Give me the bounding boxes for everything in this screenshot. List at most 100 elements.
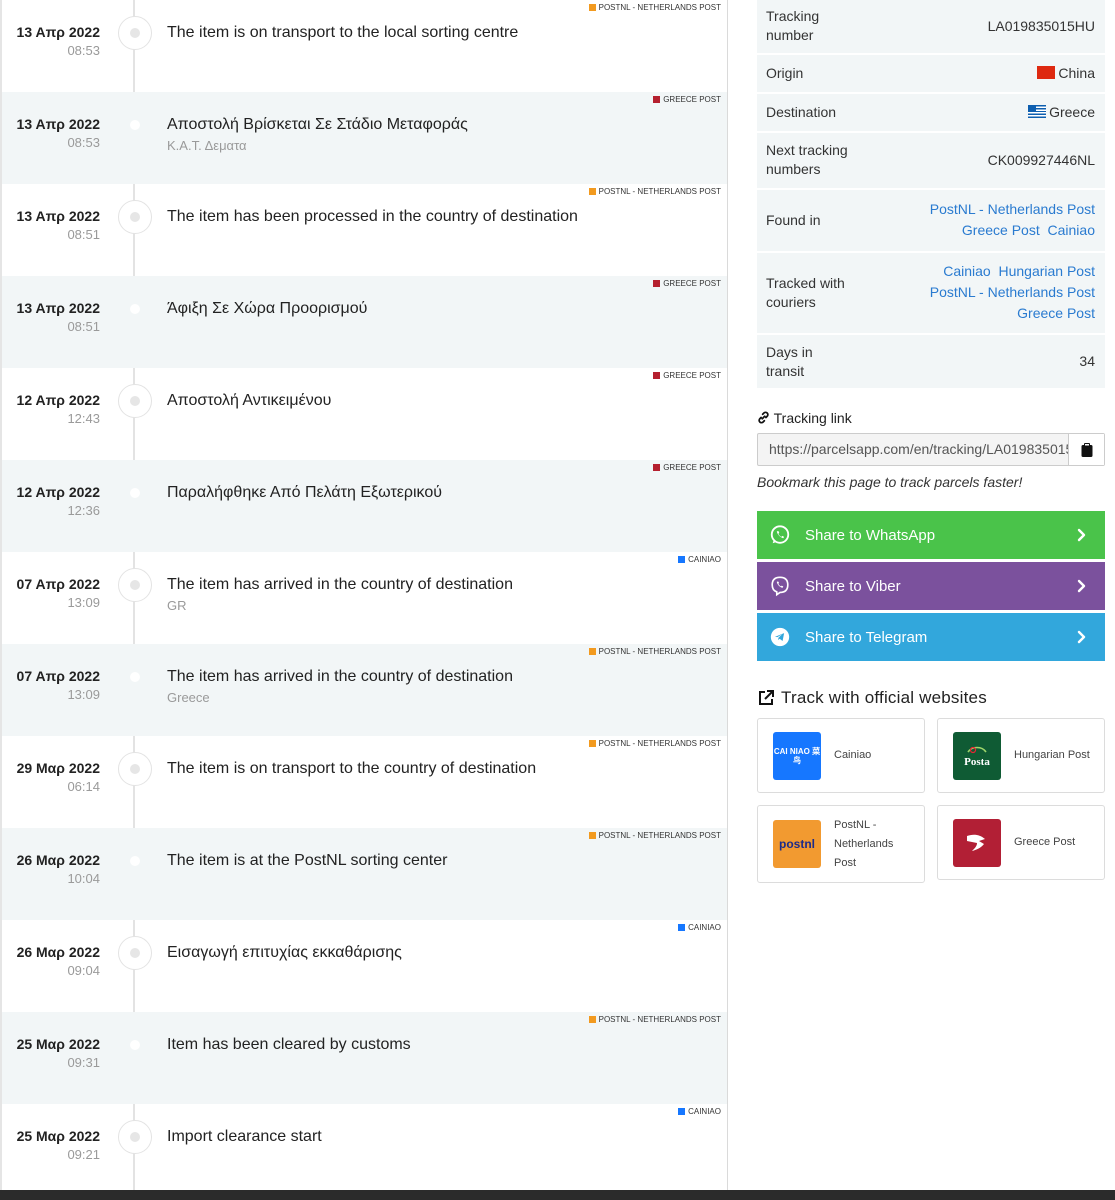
event-title: The item has arrived in the country of d… (167, 576, 513, 593)
hungarian-post-logo-text: Posta (964, 755, 990, 768)
courier-badge[interactable]: CAINIAO (678, 1107, 721, 1116)
timeline-event: GREECE POST 13 Απρ 2022 08:53 Αποστολή Βρίσ… (2, 92, 727, 184)
timeline-dot (118, 292, 152, 326)
courier-badge[interactable]: GREECE POST (653, 371, 721, 380)
event-title: The item is on transport to the local so… (167, 24, 519, 41)
official-site-greece-post[interactable]: Greece Post (937, 805, 1105, 880)
tracking-link-field: https://parcelsapp.com/en/tracking/LA019… (757, 433, 1105, 466)
event-time: 12:43 (67, 411, 100, 426)
tracking-number-label: Tracking number (766, 8, 820, 43)
courier-badge[interactable]: CAINIAO (678, 923, 721, 932)
tracked-couriers-values: Cainiao Hungarian Post PostNL - Netherla… (930, 261, 1095, 324)
timeline-dot (118, 200, 152, 234)
page-root: POSTNL - NETHERLANDS POST 13 Απρ 2022 08:5… (0, 0, 1115, 1200)
found-in-link[interactable]: Cainiao (1048, 222, 1095, 238)
timeline-dot (118, 568, 152, 602)
official-site-name: Hungarian Post (1014, 749, 1090, 761)
china-flag-icon (1037, 66, 1056, 79)
bookmark-hint: Bookmark this page to track parcels fast… (757, 474, 1023, 490)
link-icon (758, 411, 769, 424)
courier-logo-icon (653, 464, 661, 471)
official-websites-heading: Track with official websites (757, 688, 987, 708)
event-date: 13 Απρ 2022 (16, 208, 100, 224)
courier-name: POSTNL - NETHERLANDS POST (598, 187, 721, 196)
tracking-link-heading: Tracking link (757, 410, 852, 426)
courier-name: POSTNL - NETHERLANDS POST (598, 647, 721, 656)
official-site-hungarian-post[interactable]: Posta Hungarian Post (937, 718, 1105, 793)
timeline-dot (118, 1028, 152, 1062)
courier-badge[interactable]: POSTNL - NETHERLANDS POST (588, 647, 721, 656)
share-telegram-button[interactable]: Share to Telegram (757, 613, 1105, 661)
courier-link[interactable]: Hungarian Post (998, 263, 1095, 279)
timeline-event: POSTNL - NETHERLANDS POST 29 Μαρ 2022 06:1… (2, 736, 727, 828)
telegram-icon (770, 627, 790, 647)
found-in-link[interactable]: PostNL - Netherlands Post (930, 201, 1095, 217)
event-date: 26 Μαρ 2022 (16, 944, 100, 960)
courier-name: CAINIAO (688, 923, 721, 932)
info-tracking-number: Tracking number LA019835015HU (757, 0, 1105, 53)
timeline-event: POSTNL - NETHERLANDS POST 26 Μαρ 2022 10:0… (2, 828, 727, 920)
event-list: POSTNL - NETHERLANDS POST 13 Απρ 2022 08:5… (2, 0, 727, 1190)
courier-badge[interactable]: POSTNL - NETHERLANDS POST (588, 3, 721, 12)
viber-icon (771, 576, 789, 597)
official-site-postnl[interactable]: postnl PostNL - Netherlands Post (757, 805, 925, 883)
cainiao-logo: CAI NIAO 菜鸟 (773, 731, 821, 780)
courier-name: POSTNL - NETHERLANDS POST (598, 831, 721, 840)
share-whatsapp-button[interactable]: Share to WhatsApp (757, 511, 1105, 559)
event-time: 09:31 (67, 1055, 100, 1070)
courier-badge[interactable]: GREECE POST (653, 463, 721, 472)
event-date: 12 Απρ 2022 (16, 392, 100, 408)
courier-badge[interactable]: POSTNL - NETHERLANDS POST (588, 831, 721, 840)
courier-link[interactable]: PostNL - Netherlands Post (930, 284, 1095, 300)
timeline-event: GREECE POST 13 Απρ 2022 08:51 Άφιξη Σε Χώρα… (2, 276, 727, 368)
info-origin: Origin China (757, 55, 1105, 92)
event-location: Κ.Α.Τ. Δεματα (167, 138, 247, 153)
courier-logo-icon (588, 648, 596, 655)
timeline-dot (118, 1120, 152, 1154)
next-tracking-label: Next tracking numbers (766, 142, 848, 177)
tracking-link-input[interactable]: https://parcelsapp.com/en/tracking/LA019… (758, 434, 1069, 465)
taskbar (0, 1190, 1115, 1200)
official-site-name: PostNL - Netherlands Post (834, 818, 894, 869)
event-date: 26 Μαρ 2022 (16, 852, 100, 868)
next-tracking-value[interactable]: CK009927446NL (988, 150, 1095, 171)
courier-name: GREECE POST (663, 279, 721, 288)
timeline-dot (118, 844, 152, 878)
event-date: 07 Απρ 2022 (16, 576, 100, 592)
sidebar: Tracking number LA019835015HU Origin Chi… (757, 0, 1105, 883)
event-title: The item is at the PostNL sorting center (167, 852, 448, 869)
origin-value: China (1037, 63, 1095, 84)
courier-badge[interactable]: CAINIAO (678, 555, 721, 564)
destination-country: Greece (1049, 104, 1095, 120)
tracking-number-value[interactable]: LA019835015HU (988, 16, 1095, 37)
copy-link-button[interactable] (1068, 434, 1104, 465)
postnl-logo-text: postnl (779, 837, 815, 851)
courier-link[interactable]: Greece Post (1017, 305, 1095, 321)
found-in-link[interactable]: Greece Post (962, 222, 1040, 238)
courier-badge[interactable]: GREECE POST (653, 279, 721, 288)
event-title: The item has been processed in the count… (167, 208, 578, 225)
tracking-link-label: Tracking link (773, 410, 852, 426)
share-viber-button[interactable]: Share to Viber (757, 562, 1105, 610)
info-tracked-couriers: Tracked with couriers Cainiao Hungarian … (757, 253, 1105, 333)
courier-badge[interactable]: GREECE POST (653, 95, 721, 104)
days-in-transit-label: Days in transit (766, 344, 813, 379)
event-time: 08:53 (67, 43, 100, 58)
courier-name: CAINIAO (688, 555, 721, 564)
event-date: 29 Μαρ 2022 (16, 760, 100, 776)
timeline-event: POSTNL - NETHERLANDS POST 25 Μαρ 2022 09:3… (2, 1012, 727, 1104)
courier-badge[interactable]: POSTNL - NETHERLANDS POST (588, 739, 721, 748)
courier-link[interactable]: Cainiao (943, 263, 990, 279)
cainiao-logo-text: CAI NIAO 菜鸟 (773, 746, 821, 765)
timeline-dot (118, 936, 152, 970)
event-location: Greece (167, 690, 210, 705)
official-site-cainiao[interactable]: CAI NIAO 菜鸟 Cainiao (757, 718, 925, 793)
courier-name: GREECE POST (663, 95, 721, 104)
courier-badge[interactable]: POSTNL - NETHERLANDS POST (588, 187, 721, 196)
event-date: 13 Απρ 2022 (16, 300, 100, 316)
timeline-event: CAINIAO 25 Μαρ 2022 09:21 Import clearance … (2, 1104, 727, 1190)
courier-badge[interactable]: POSTNL - NETHERLANDS POST (588, 1015, 721, 1024)
courier-logo-icon (588, 740, 596, 747)
event-title: The item has arrived in the country of d… (167, 668, 513, 685)
event-title: Άφιξη Σε Χώρα Προορισμού (167, 300, 368, 317)
